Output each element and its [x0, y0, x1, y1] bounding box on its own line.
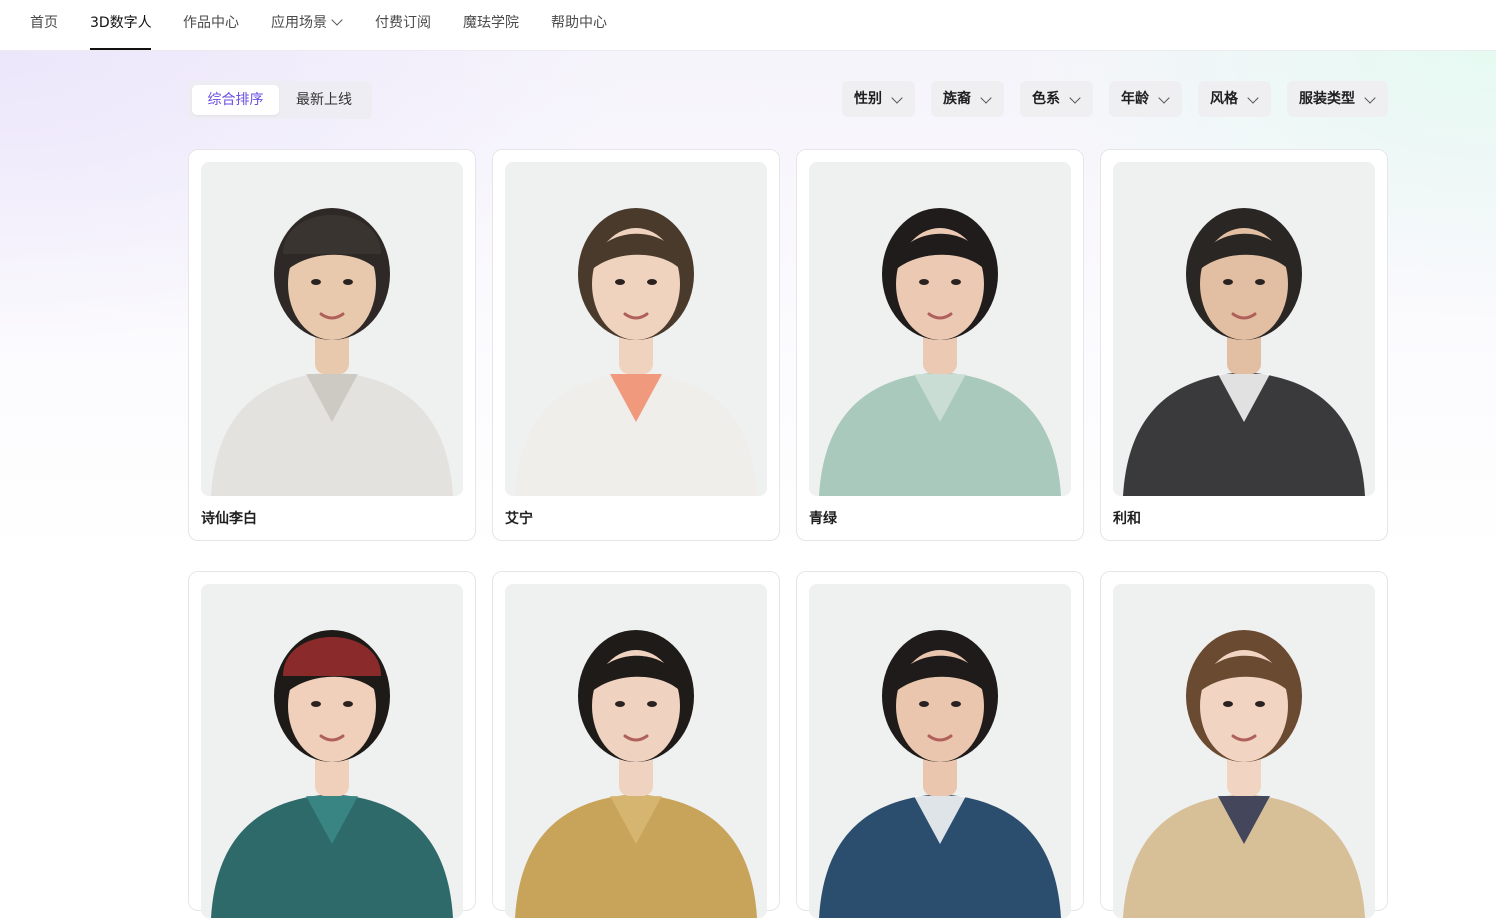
filter-style[interactable]: 风格: [1198, 81, 1271, 117]
top-navigation: 首页 3D数字人 作品中心 应用场景 付费订阅 魔珐学院 帮助中心: [0, 0, 1496, 51]
nav-works-center[interactable]: 作品中心: [183, 0, 239, 50]
avatar-name: 青绿: [809, 511, 837, 527]
filter-gender[interactable]: 性别: [842, 81, 915, 117]
avatar-card[interactable]: 艾宁: [492, 149, 780, 541]
nav-application-scenarios[interactable]: 应用场景: [271, 0, 343, 50]
nav-home[interactable]: 首页: [30, 0, 58, 50]
avatar-name: 艾宁: [505, 511, 533, 527]
filter-clothing-type[interactable]: 服装类型: [1287, 81, 1388, 117]
sort-toggle: 综合排序 最新上线: [188, 81, 372, 119]
avatar-name: 利和: [1113, 511, 1141, 527]
avatar-name: 诗仙李白: [201, 511, 257, 527]
avatar-card[interactable]: 青绿: [796, 149, 1084, 541]
avatar-portrait-image: [809, 162, 1071, 496]
chevron-down-icon: [1364, 92, 1376, 104]
avatar-card[interactable]: [796, 571, 1084, 918]
nav-help-center[interactable]: 帮助中心: [551, 0, 607, 50]
filter-color-label: 色系: [1032, 91, 1060, 107]
nav-works-center-label: 作品中心: [183, 15, 239, 31]
filter-ethnicity[interactable]: 族裔: [931, 81, 1004, 117]
filter-color[interactable]: 色系: [1020, 81, 1093, 117]
avatar-portrait-image: [505, 584, 767, 918]
avatar-card[interactable]: 诗仙李白: [188, 149, 476, 541]
nav-academy[interactable]: 魔珐学院: [463, 0, 519, 50]
chevron-down-icon: [1158, 92, 1170, 104]
avatar-portrait-image: [201, 162, 463, 496]
nav-3d-digital-human-label: 3D数字人: [90, 15, 152, 31]
filter-age[interactable]: 年龄: [1109, 81, 1182, 117]
nav-home-label: 首页: [30, 15, 58, 31]
avatar-portrait-image: [1113, 584, 1375, 918]
chevron-down-icon: [1247, 92, 1259, 104]
nav-application-scenarios-label: 应用场景: [271, 15, 327, 31]
chevron-down-icon: [331, 14, 343, 26]
filter-age-label: 年龄: [1121, 91, 1149, 107]
filter-style-label: 风格: [1210, 91, 1238, 107]
nav-academy-label: 魔珐学院: [463, 15, 519, 31]
nav-3d-digital-human[interactable]: 3D数字人: [90, 0, 152, 50]
avatar-card[interactable]: [1100, 571, 1388, 918]
nav-paid-subscription[interactable]: 付费订阅: [375, 0, 431, 50]
filter-ethnicity-label: 族裔: [943, 91, 971, 107]
nav-paid-subscription-label: 付费订阅: [375, 15, 431, 31]
nav-help-center-label: 帮助中心: [551, 15, 607, 31]
filter-clothing-type-label: 服装类型: [1299, 91, 1355, 107]
avatar-portrait-image: [809, 584, 1071, 918]
filter-gender-label: 性别: [854, 91, 882, 107]
chevron-down-icon: [891, 92, 903, 104]
chevron-down-icon: [980, 92, 992, 104]
chevron-down-icon: [1069, 92, 1081, 104]
avatar-card[interactable]: [188, 571, 476, 918]
avatar-card[interactable]: [492, 571, 780, 918]
avatar-portrait-image: [505, 162, 767, 496]
avatar-portrait-image: [201, 584, 463, 918]
sort-comprehensive-button[interactable]: 综合排序: [192, 85, 279, 115]
sort-newest-button[interactable]: 最新上线: [280, 85, 368, 115]
avatar-portrait-image: [1113, 162, 1375, 496]
avatar-card[interactable]: 利和: [1100, 149, 1388, 541]
